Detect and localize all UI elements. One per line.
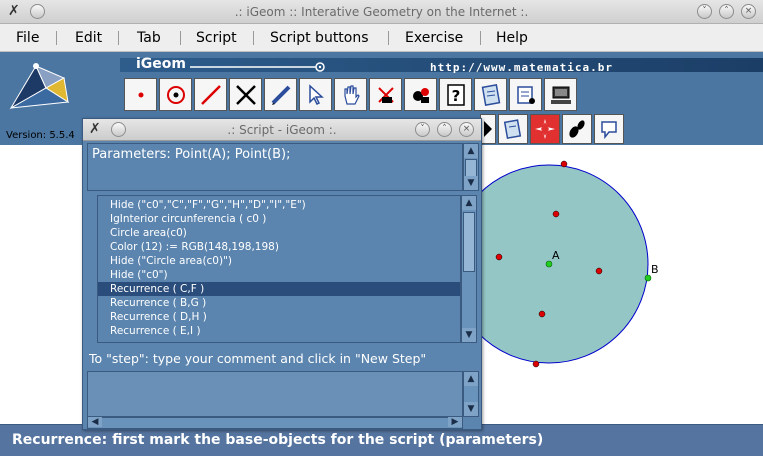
circle-point-icon[interactable] [159,78,192,111]
paint-tool-icon[interactable] [404,78,437,111]
parameters-scrollbar[interactable]: ▲ ▼ [463,143,479,191]
window-title: .: iGeom :: Interative Geometry on the I… [234,5,529,19]
menu-file[interactable]: File [16,30,39,46]
help-icon[interactable]: ? [439,78,472,111]
point-tool-icon[interactable] [124,78,157,111]
script-run-icon[interactable] [509,78,542,111]
red-point [495,253,503,261]
close-button[interactable]: × [741,4,756,19]
dialog-minimize-button[interactable]: ˅ [415,122,430,137]
main-titlebar: ✗ .: iGeom :: Interative Geometry on the… [0,0,763,24]
menu-help[interactable]: Help [496,30,528,46]
version-label: Version: 5.5.4 [6,130,75,141]
step-instruction: To "step": type your comment and click i… [89,351,427,366]
script-line[interactable]: Hide ("c0") [110,268,168,282]
pencil-icon[interactable] [264,78,297,111]
script-dialog-titlebar: ✗ .: Script - iGeom :. ˅ ˄ × [83,119,481,141]
scroll-up-arrow[interactable]: ▲ [464,372,478,386]
comment-input[interactable] [87,371,463,417]
parameters-field[interactable]: Parameters: Point(A); Point(B); [87,143,463,191]
comment-scrollbar[interactable]: ▲ ▼ [463,371,479,417]
scroll-right-arrow[interactable]: ▶ [448,417,462,427]
dialog-close-button[interactable]: × [459,122,474,137]
red-point [532,360,540,368]
scroll-thumb[interactable] [463,212,475,272]
menu-tab[interactable]: Tab [137,30,161,46]
red-star-icon[interactable] [530,114,560,144]
script-dialog: ✗ .: Script - iGeom :. ˅ ˄ × Parameters:… [82,118,482,430]
menu-separator [480,31,481,45]
script-line[interactable]: Hide ("Circle area(c0)") [110,254,232,268]
dialog-maximize-button[interactable]: ˄ [437,122,452,137]
point-b-label: B [651,263,659,276]
menu-exercise[interactable]: Exercise [405,30,463,46]
menu-separator [180,31,181,45]
app-name-label: iGeom [136,56,186,72]
point-a-label: A [552,249,560,262]
script-line-selected[interactable]: Recurrence ( C,F ) [98,282,460,296]
slider-line [190,62,325,72]
menu-separator [253,31,254,45]
script-list-scrollbar[interactable]: ▲ ▼ [461,195,477,343]
menu-edit[interactable]: Edit [75,30,102,46]
red-point [560,160,568,168]
menu-script[interactable]: Script [196,30,237,46]
scroll-left-arrow[interactable]: ◀ [88,417,102,427]
script-line[interactable]: Color (12) := RGB(148,198,198) [110,240,279,254]
maximize-button[interactable]: ˄ [719,4,734,19]
cursor-arrow-icon[interactable] [299,78,332,111]
parameters-text: Parameters: Point(A); Point(B); [92,147,291,162]
svg-text:?: ? [451,87,460,105]
scroll-up-arrow[interactable]: ▲ [464,144,478,158]
script-line[interactable]: Recurrence ( D,H ) [110,310,207,324]
scroll-up-arrow[interactable]: ▲ [462,196,476,210]
delete-tool-icon[interactable] [369,78,402,111]
script-line[interactable]: Recurrence ( B,G ) [110,296,206,310]
scroll-down-arrow[interactable]: ▼ [462,328,476,342]
script-icon[interactable] [474,78,507,111]
segment-line-icon[interactable] [194,78,227,111]
hand-move-icon[interactable] [334,78,367,111]
script-lines-list[interactable]: Hide ("c0","C","F","G","H","D","I","E") … [97,195,461,343]
menu-separator [118,31,119,45]
minimize-button[interactable]: ˅ [697,4,712,19]
menu-separator [388,31,389,45]
red-point [595,267,603,275]
red-point [538,310,546,318]
comment-horizontal-scrollbar[interactable]: ◀ ▶ [87,417,463,429]
menu-separator [56,31,57,45]
status-text: Recurrence: first mark the base-objects … [12,432,544,448]
footprint-icon[interactable] [562,114,592,144]
script-scroll-icon[interactable] [498,114,528,144]
script-line[interactable]: Recurrence ( E,I ) [110,324,201,338]
menu-bar: File Edit Tab Script Script buttons Exer… [0,24,763,52]
menu-script-buttons[interactable]: Script buttons [270,30,369,46]
website-url[interactable]: http://www.matematica.br [430,61,613,74]
comment-icon[interactable] [594,114,624,144]
dark-tool-icon[interactable] [480,114,496,144]
toolbar-row-1: ? [124,78,577,111]
scroll-down-arrow[interactable]: ▼ [464,176,478,190]
intersection-icon[interactable] [229,78,262,111]
scroll-thumb[interactable] [465,159,477,177]
toolbar-row-2 [480,114,624,144]
igeom-logo [9,63,70,110]
red-point [552,210,560,218]
script-line[interactable]: IgInterior circunferencia ( c0 ) [110,212,266,226]
script-line[interactable]: Hide ("c0","C","F","G","H","D","I","E") [110,198,306,212]
scroll-down-arrow[interactable]: ▼ [464,402,478,416]
script-line[interactable]: Circle area(c0) [110,226,187,240]
computer-icon[interactable] [544,78,577,111]
